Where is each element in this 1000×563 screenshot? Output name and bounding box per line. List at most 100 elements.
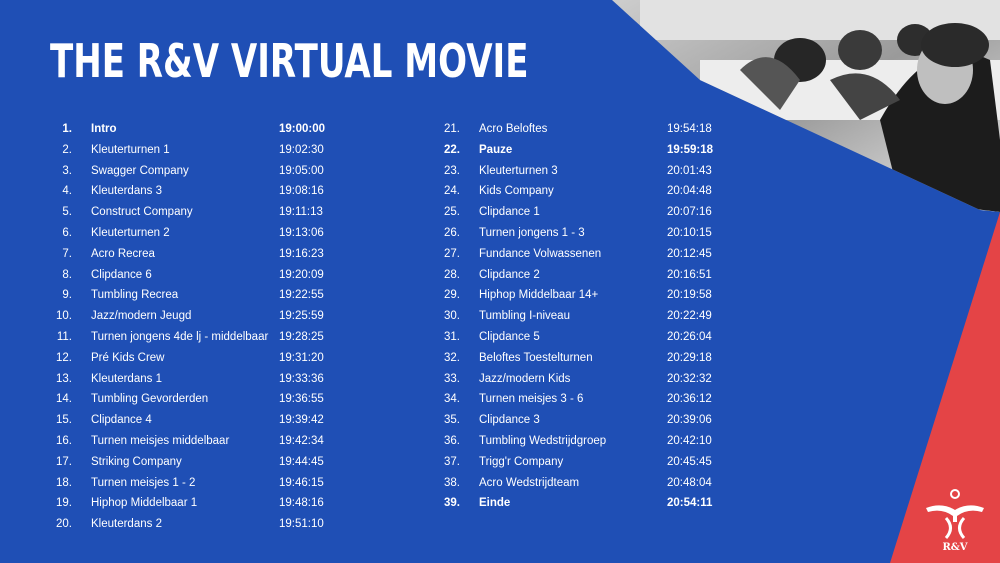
schedule-num: 33.: [444, 372, 460, 385]
schedule-time: 19:11:13: [279, 206, 323, 219]
schedule-time: 19:00:00: [279, 123, 326, 135]
schedule-num: 38.: [444, 476, 460, 489]
schedule-num: 6.: [62, 226, 72, 239]
schedule-row: 6. Kleuterturnen 2 19:13:06: [50, 223, 350, 244]
schedule-name: Kleuterturnen 1: [91, 143, 170, 156]
schedule-name: Jazz/modern Kids: [479, 372, 571, 385]
schedule-time: 19:46:15: [279, 476, 324, 489]
schedule-time: 19:28:25: [279, 330, 324, 343]
schedule-num: 21.: [444, 123, 460, 135]
schedule-num: 24.: [444, 185, 460, 198]
schedule-name: Tumbling I-niveau: [479, 310, 570, 323]
schedule-time: 19:39:42: [279, 414, 324, 427]
schedule-row: 3. Swagger Company 19:05:00: [50, 161, 350, 182]
schedule-name: Turnen jongens 1 - 3: [479, 226, 585, 239]
schedule-row: 30. Tumbling I-niveau 20:22:49: [438, 306, 738, 327]
schedule-num: 32.: [444, 351, 460, 364]
schedule-time: 19:31:20: [279, 351, 324, 364]
schedule-row: 21. Acro Beloftes 19:54:18: [438, 119, 738, 140]
schedule-name: Jazz/modern Jeugd: [91, 310, 192, 323]
schedule-row: 39. Einde 20:54:11: [438, 493, 738, 514]
schedule-time: 20:22:49: [667, 310, 712, 323]
schedule-row: 12. Pré Kids Crew 19:31:20: [50, 348, 350, 369]
schedule-num: 35.: [444, 414, 460, 427]
schedule-time: 19:42:34: [279, 434, 324, 447]
schedule-name: Kleuterdans 1: [91, 372, 162, 385]
schedule-name: Hiphop Middelbaar 14+: [479, 289, 599, 302]
schedule-time: 19:36:55: [279, 393, 324, 406]
schedule-name: Pauze: [479, 143, 513, 156]
logo-text: R&V: [942, 542, 967, 553]
schedule-time: 20:26:04: [667, 330, 712, 343]
schedule-num: 16.: [56, 434, 72, 447]
schedule-num: 11.: [56, 330, 72, 343]
schedule-name: Kleuterdans 3: [91, 185, 162, 198]
schedule-time: 19:16:23: [279, 247, 324, 260]
schedule-name: Intro: [91, 123, 117, 135]
schedule-name: Striking Company: [91, 455, 182, 468]
schedule-num: 23.: [444, 164, 460, 177]
schedule-row: 11. Turnen jongens 4de lj - middelbaar 19:…: [50, 327, 350, 348]
schedule-name: Turnen jongens 4de lj - middelbaar: [91, 330, 269, 343]
schedule-num: 5.: [62, 206, 72, 219]
schedule-name: Construct Company: [91, 206, 193, 219]
schedule-num: 13.: [56, 372, 72, 385]
schedule-time: 19:59:18: [667, 143, 714, 156]
page-title: THE R&V VIRTUAL MOVIE: [50, 34, 529, 88]
schedule-time: 20:16:51: [667, 268, 712, 281]
schedule-row: 35. Clipdance 3 20:39:06: [438, 410, 738, 431]
schedule-name: Turnen meisjes middelbaar: [91, 434, 230, 447]
schedule-num: 39.: [444, 497, 460, 510]
schedule-num: 18.: [56, 476, 72, 489]
schedule-name: Kleuterturnen 3: [479, 164, 558, 177]
schedule-num: 34.: [444, 393, 460, 406]
schedule-row: 4. Kleuterdans 3 19:08:16: [50, 181, 350, 202]
schedule-time: 19:02:30: [279, 143, 324, 156]
schedule-name: Hiphop Middelbaar 1: [91, 497, 198, 510]
schedule-name: Kids Company: [479, 185, 554, 198]
schedule-name: Kleuterturnen 2: [91, 226, 170, 239]
schedule-num: 2.: [62, 143, 72, 156]
schedule-num: 36.: [444, 434, 460, 447]
schedule-row: 34. Turnen meisjes 3 - 6 20:36:12: [438, 389, 738, 410]
schedule-time: 19:08:16: [279, 185, 324, 198]
schedule-name: Clipdance 6: [91, 268, 152, 281]
schedule-column-left: 1. Intro 19:00:00 2. Kleuterturnen 1 19:02:30…: [50, 119, 350, 535]
schedule-name: Clipdance 3: [479, 414, 540, 427]
schedule-num: 12.: [56, 351, 72, 364]
schedule-time: 20:32:32: [667, 372, 712, 385]
schedule-row: 23. Kleuterturnen 3 20:01:43: [438, 161, 738, 182]
schedule-name: Beloftes Toestelturnen: [479, 351, 593, 364]
schedule-num: 8.: [62, 268, 72, 281]
schedule-row: 15. Clipdance 4 19:39:42: [50, 410, 350, 431]
schedule-num: 30.: [444, 310, 460, 323]
schedule-num: 19.: [56, 497, 72, 510]
schedule-row: 25. Clipdance 1 20:07:16: [438, 202, 738, 223]
schedule-num: 10.: [56, 310, 72, 323]
schedule-row: 10. Jazz/modern Jeugd 19:25:59: [50, 306, 350, 327]
schedule-row: 13. Kleuterdans 1 19:33:36: [50, 369, 350, 390]
schedule-name: Clipdance 4: [91, 414, 152, 427]
schedule-row: 32. Beloftes Toestelturnen 20:29:18: [438, 348, 738, 369]
schedule-name: Einde: [479, 497, 511, 510]
schedule-row: 26. Turnen jongens 1 - 3 20:10:15: [438, 223, 738, 244]
schedule-time: 19:33:36: [279, 372, 324, 385]
schedule-time: 20:29:18: [667, 351, 712, 364]
schedule-row: 20. Kleuterdans 2 19:51:10: [50, 514, 350, 535]
rv-logo: R&V: [926, 489, 984, 553]
schedule-name: Turnen meisjes 1 - 2: [91, 476, 196, 489]
schedule-num: 17.: [56, 455, 72, 468]
schedule-time: 20:12:45: [667, 247, 712, 260]
schedule-num: 1.: [62, 123, 72, 135]
schedule-name: Kleuterdans 2: [91, 518, 162, 531]
schedule-row: 16. Turnen meisjes middelbaar 19:42:34: [50, 431, 350, 452]
schedule-row: 33. Jazz/modern Kids 20:32:32: [438, 369, 738, 390]
schedule-num: 29.: [444, 289, 460, 302]
schedule-time: 19:05:00: [279, 164, 324, 177]
schedule-name: Tumbling Gevorderden: [91, 393, 209, 406]
schedule-row: 24. Kids Company 20:04:48: [438, 181, 738, 202]
schedule-time: 19:20:09: [279, 268, 324, 281]
schedule-time: 20:36:12: [667, 393, 712, 406]
schedule-time: 19:22:55: [279, 289, 324, 302]
schedule-row: 28. Clipdance 2 20:16:51: [438, 265, 738, 286]
